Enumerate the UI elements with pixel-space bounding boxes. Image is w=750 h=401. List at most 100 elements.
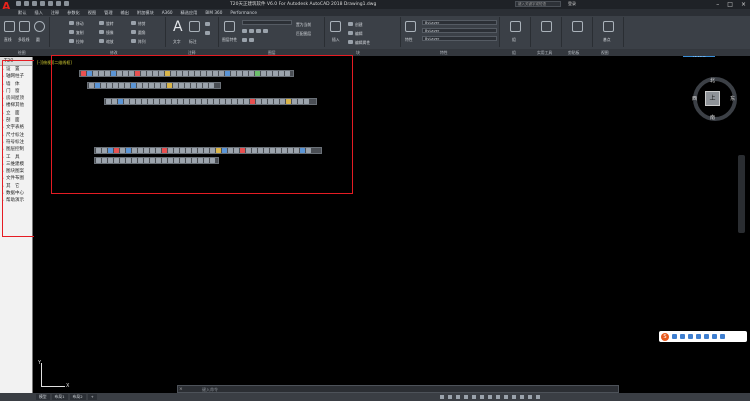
dimension-icon[interactable] (189, 21, 200, 32)
array-label[interactable]: 阵列 (138, 39, 146, 45)
rotate-label[interactable]: 旋转 (106, 21, 114, 27)
ime-language-icon[interactable] (672, 334, 677, 339)
login-button[interactable]: 登录 (568, 1, 576, 7)
match-layer-label[interactable]: 匹配图层 (296, 31, 311, 37)
tab-insert[interactable]: 插入 (34, 10, 42, 16)
insert-block-icon[interactable] (330, 21, 341, 32)
panel-label-clipboard[interactable]: 剪贴板 (568, 50, 579, 56)
viewcube-south[interactable]: 南 (710, 114, 715, 121)
ime-punctuation-icon[interactable] (680, 334, 685, 339)
layer-on-icon[interactable] (242, 29, 247, 33)
floating-toolbar-4[interactable] (94, 147, 322, 154)
layer-properties-icon[interactable] (224, 21, 235, 32)
fillet-icon[interactable] (131, 30, 136, 34)
tab-manage[interactable]: 管理 (104, 10, 112, 16)
polyline-icon[interactable] (19, 21, 30, 32)
lineweight-dropdown[interactable]: ByLayer (422, 36, 497, 41)
viewcube[interactable]: 上 (705, 91, 720, 106)
fillet-label[interactable]: 圆角 (138, 30, 146, 36)
create-block-icon[interactable] (348, 22, 353, 26)
ime-menu-icon[interactable] (720, 334, 725, 339)
new-file-icon[interactable] (16, 1, 21, 6)
layer-lock-icon[interactable] (256, 29, 261, 33)
text-icon[interactable]: A (173, 19, 183, 35)
panel-label-group[interactable]: 组 (512, 50, 516, 56)
stretch-label[interactable]: 拉伸 (76, 39, 84, 45)
open-file-icon[interactable] (24, 1, 29, 6)
circle-icon[interactable] (34, 21, 45, 32)
trim-icon[interactable] (131, 21, 136, 25)
otrack-toggle-icon[interactable] (480, 395, 484, 399)
command-line-close-button[interactable]: × (179, 386, 183, 393)
polar-toggle-icon[interactable] (464, 395, 468, 399)
undo-icon[interactable] (56, 1, 61, 6)
copy-icon[interactable] (69, 30, 74, 34)
ime-skin-icon[interactable] (704, 334, 709, 339)
copy-label[interactable]: 复制 (76, 30, 84, 36)
paste-icon[interactable] (572, 21, 583, 32)
osnap-toggle-icon[interactable] (472, 395, 476, 399)
floating-toolbar-2[interactable] (87, 82, 221, 89)
tab-output[interactable]: 输出 (121, 10, 129, 16)
redo-icon[interactable] (64, 1, 69, 6)
hardware-accel-icon[interactable] (520, 395, 524, 399)
measure-icon[interactable] (541, 21, 552, 32)
tab-layout-2[interactable]: 布局2 (69, 394, 86, 400)
lineweight-toggle-icon[interactable] (488, 395, 492, 399)
workspace-icon[interactable] (504, 395, 508, 399)
maximize-button[interactable]: □ (727, 1, 733, 8)
tab-bim360[interactable]: BIM 360 (205, 10, 222, 15)
line-icon[interactable] (4, 21, 15, 32)
floating-toolbar-1[interactable] (79, 70, 294, 77)
layer-freeze-icon[interactable] (249, 29, 254, 33)
panel-label-properties[interactable]: 特性 (440, 50, 448, 56)
layer-off-icon[interactable] (242, 38, 247, 42)
save-as-icon[interactable] (40, 1, 45, 6)
array-icon[interactable] (131, 39, 136, 43)
group-icon[interactable] (510, 21, 521, 32)
search-input[interactable]: 键入关键字或短语 (515, 1, 561, 7)
snap-toggle-icon[interactable] (448, 395, 452, 399)
move-icon[interactable] (69, 21, 74, 25)
tab-a360[interactable]: A360 (162, 10, 173, 15)
table-icon[interactable] (205, 31, 210, 35)
command-input[interactable]: 键入命令 (202, 386, 218, 393)
viewcube-east[interactable]: 东 (730, 95, 735, 102)
rotate-icon[interactable] (99, 21, 104, 25)
ime-toolbar[interactable]: S (659, 331, 747, 342)
ime-toolbox-icon[interactable] (712, 334, 717, 339)
tab-annotate[interactable]: 注释 (51, 10, 59, 16)
ime-voice-icon[interactable] (688, 334, 693, 339)
leader-icon[interactable] (205, 22, 210, 26)
ortho-toggle-icon[interactable] (456, 395, 460, 399)
edit-attribute-label[interactable]: 编辑属性 (355, 40, 370, 46)
layer-isolate-icon[interactable] (263, 29, 268, 33)
tab-featured-apps[interactable]: 精选应用 (181, 10, 198, 16)
scale-icon[interactable] (99, 39, 104, 43)
annotation-scale-icon[interactable] (496, 395, 500, 399)
edit-attribute-icon[interactable] (348, 40, 353, 44)
tab-model[interactable]: 模型 (36, 394, 50, 400)
panel-label-view[interactable]: 视图 (601, 50, 609, 56)
color-dropdown[interactable]: ByLayer (422, 20, 497, 25)
properties-icon[interactable] (405, 21, 416, 32)
edit-block-label[interactable]: 编辑 (355, 31, 363, 37)
base-point-icon[interactable] (603, 21, 614, 32)
navigation-bar[interactable] (738, 155, 745, 233)
customize-icon[interactable] (536, 395, 540, 399)
grid-toggle-icon[interactable] (440, 395, 444, 399)
add-layout-button[interactable]: + (87, 394, 97, 400)
fullscreen-icon[interactable] (528, 395, 532, 399)
floating-toolbar-5[interactable] (94, 157, 219, 164)
layer-dropdown[interactable] (242, 20, 292, 25)
layer-walk-icon[interactable] (249, 38, 254, 42)
sogou-logo-icon[interactable]: S (661, 332, 669, 341)
linetype-dropdown[interactable]: ByLayer (422, 28, 497, 33)
panel-label-block[interactable]: 块 (356, 50, 360, 56)
set-current-layer-label[interactable]: 置为当前 (296, 22, 311, 28)
move-label[interactable]: 移动 (76, 21, 84, 27)
stretch-icon[interactable] (69, 39, 74, 43)
tab-addins[interactable]: 附加模块 (137, 10, 154, 16)
isolate-icon[interactable] (512, 395, 516, 399)
viewcube-west[interactable]: 西 (692, 95, 697, 102)
